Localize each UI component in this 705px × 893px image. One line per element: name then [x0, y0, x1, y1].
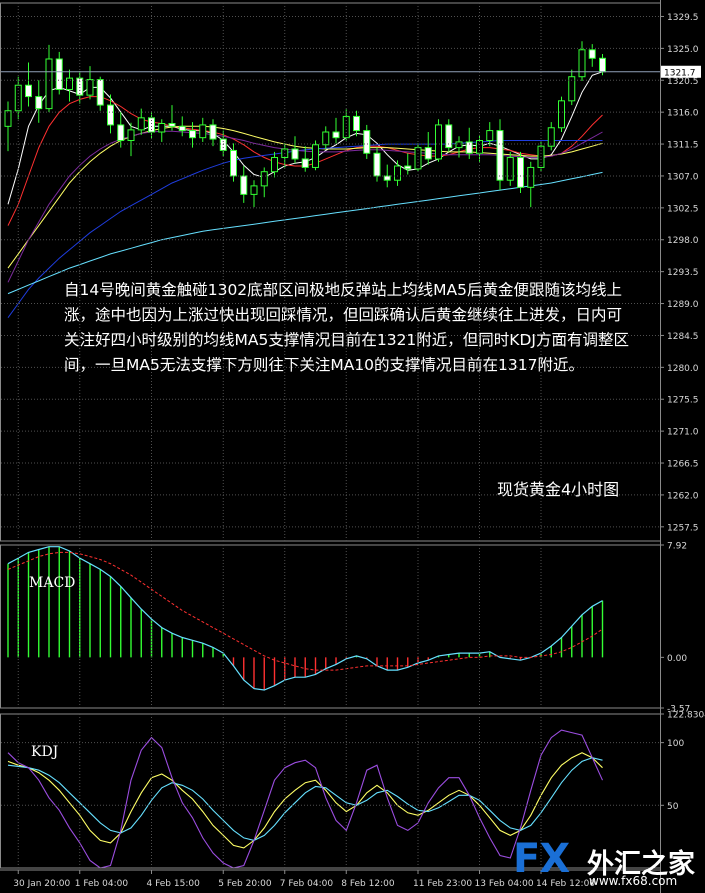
- candle-body: [558, 100, 565, 129]
- candle-body: [332, 131, 340, 139]
- price-panel: [1, 41, 660, 318]
- price-y-tick-label: 1271.0: [667, 428, 699, 438]
- chart-caption: 现货黄金4小时图: [497, 480, 620, 499]
- price-y-tick-label: 1257.5: [667, 523, 699, 533]
- candle-body: [240, 175, 248, 195]
- x-tick-label: 8 Feb 12:00: [341, 879, 395, 889]
- candle-body: [137, 117, 145, 131]
- macd-y-tick-label: 7.92: [667, 542, 687, 552]
- candle-body: [486, 130, 494, 142]
- macd-label: MACD: [29, 575, 76, 591]
- candle-body: [96, 79, 104, 106]
- kdj-label: KDJ: [31, 744, 59, 760]
- price-y-tick-label: 1325.0: [667, 45, 699, 55]
- macd-signal-line: [7, 551, 603, 671]
- candle-body: [168, 123, 176, 127]
- candle-body: [55, 58, 63, 90]
- candle-body: [342, 115, 350, 139]
- candle-body: [353, 115, 360, 132]
- candle-body: [424, 147, 432, 160]
- candle-body: [260, 171, 268, 187]
- kdj-y-tick-label: 122.8304: [667, 711, 705, 721]
- moving-average-line: [7, 171, 603, 295]
- candle-body: [178, 125, 186, 132]
- logo-url: www.fx68.com: [589, 874, 678, 888]
- candle-body: [394, 165, 401, 181]
- price-y-tick-label: 1289.0: [667, 300, 699, 310]
- candle-body: [250, 185, 258, 195]
- x-tick-label: 1 Feb 04:00: [75, 879, 129, 889]
- kdj-y-tick-label: 100: [667, 739, 684, 749]
- candle-body: [363, 130, 371, 154]
- candle-body: [404, 165, 412, 170]
- candle-body: [383, 175, 391, 181]
- price-y-tick-label: 1302.5: [667, 204, 699, 214]
- candle-body: [435, 124, 442, 160]
- chart-canvas: 30 Jan 20:00 1 Feb 04:00 4 Feb 15:00 5 Feb …: [0, 0, 705, 893]
- macd-y-tick-label: 0.00: [667, 654, 687, 664]
- candle-body: [517, 157, 524, 188]
- candle-body: [578, 49, 586, 78]
- macd-panel: [7, 546, 604, 691]
- fx68-logo: FX 外汇之家 www.fx68.com: [513, 836, 703, 892]
- price-y-tick-label: 1280.0: [667, 364, 699, 374]
- x-tick-label: 4 Feb 15:00: [147, 879, 201, 889]
- candle-body: [189, 130, 196, 139]
- logo-fx: FX: [513, 836, 570, 882]
- price-y-tick-label: 1275.5: [667, 396, 699, 406]
- x-tick-label: 7 Feb 04:00: [280, 879, 334, 889]
- price-y-tick-label: 1311.5: [667, 141, 699, 151]
- candle-body: [496, 130, 504, 181]
- candle-body: [45, 58, 53, 110]
- candle-body: [271, 157, 278, 173]
- candle-body: [4, 110, 12, 127]
- price-y-tick-label: 1307.0: [667, 172, 699, 182]
- candle-body: [230, 149, 237, 177]
- candle-body: [373, 152, 381, 177]
- current-price-label: 1321.7: [664, 68, 696, 78]
- candle-body: [301, 158, 309, 168]
- candle-body: [322, 131, 330, 146]
- price-y-tick-label: 1329.5: [667, 13, 699, 23]
- candle-body: [312, 144, 319, 168]
- candle-body: [527, 166, 535, 188]
- candle-body: [199, 124, 207, 139]
- candle-body: [599, 57, 606, 73]
- candle-body: [25, 84, 32, 98]
- price-y-tick-label: 1262.0: [667, 491, 699, 501]
- candle-body: [107, 104, 114, 126]
- x-tick-label: 5 Feb 20:00: [218, 879, 272, 889]
- candle-body: [117, 124, 125, 142]
- x-tick-label: 11 Feb 23:00: [413, 879, 472, 889]
- candle-body: [209, 124, 217, 140]
- candle-body: [506, 157, 514, 181]
- x-tick-label: 30 Jan 20:00: [13, 879, 70, 889]
- kdj-k-line: [7, 752, 603, 849]
- candle-body: [35, 96, 43, 110]
- candle-body: [588, 49, 596, 59]
- kdj-d-line: [7, 757, 603, 841]
- candle-body: [14, 84, 22, 112]
- candle-body: [547, 127, 555, 147]
- price-y-tick-label: 1266.5: [667, 460, 699, 470]
- chart-annotation: 自14号晚间黄金触碰1302底部区间极地反弹站上均线MA5后黄金便跟随该均线上涨…: [64, 281, 629, 374]
- price-y-tick-label: 1298.0: [667, 236, 699, 246]
- price-y-tick-label: 1316.0: [667, 109, 699, 119]
- candle-body: [455, 141, 463, 149]
- price-y-tick-label: 1293.5: [667, 268, 699, 278]
- candle-body: [158, 123, 166, 133]
- price-y-tick-label: 1284.5: [667, 332, 699, 342]
- candle-body: [127, 129, 135, 142]
- candle-body: [86, 79, 94, 96]
- kdj-y-tick-label: 50: [667, 802, 679, 812]
- candle-body: [476, 140, 483, 154]
- candle-body: [291, 148, 299, 160]
